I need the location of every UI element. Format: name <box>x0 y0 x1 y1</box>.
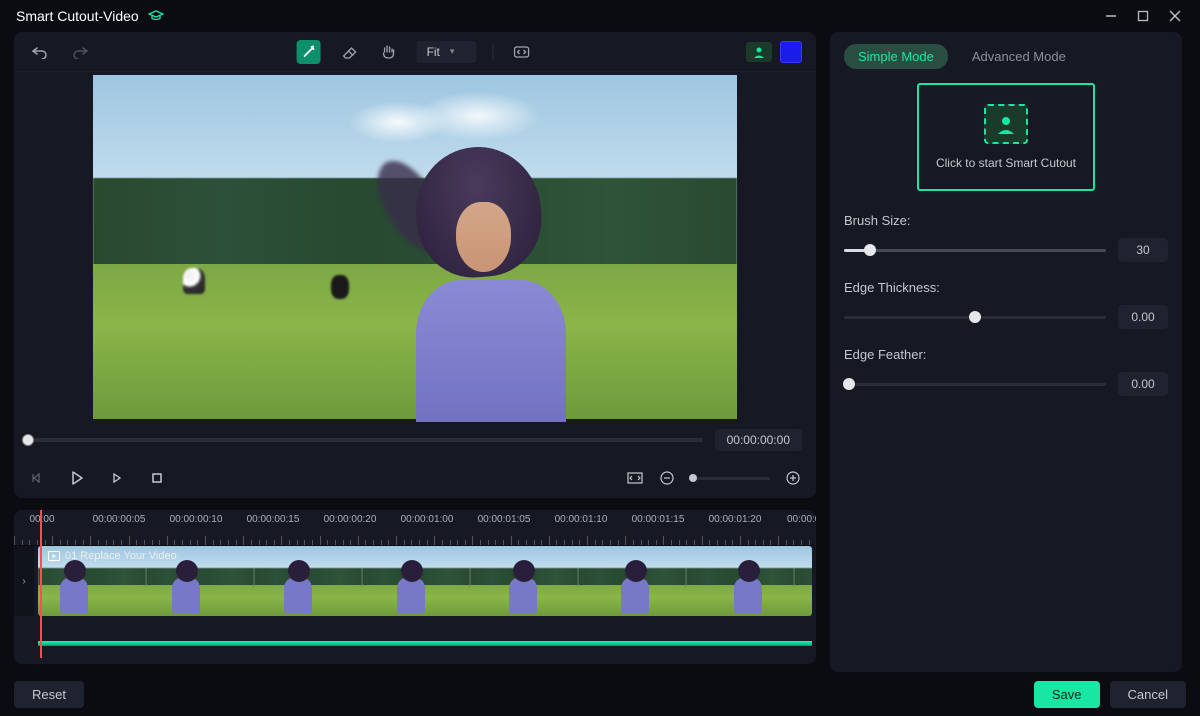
eraser-tool-button[interactable] <box>337 40 361 64</box>
ruler-label: 00:00:00:05 <box>93 514 146 525</box>
edge-feather-label: Edge Feather: <box>844 347 1168 362</box>
stop-button[interactable] <box>148 469 166 487</box>
edge-feather-value[interactable]: 0.00 <box>1118 372 1168 396</box>
title-bar: Smart Cutout-Video <box>0 0 1200 32</box>
timeline-thumbnail <box>254 546 362 616</box>
timeline-thumbnail <box>362 546 470 616</box>
ruler-label: 00:00:02:... <box>787 514 816 525</box>
ruler-label: 00:00 <box>29 514 54 525</box>
ruler-label: 00:00:00:20 <box>324 514 377 525</box>
close-button[interactable] <box>1168 9 1182 23</box>
ruler-label: 00:00:00:10 <box>170 514 223 525</box>
timeline-thumbnail <box>470 546 578 616</box>
timeline-thumbnail <box>686 546 794 616</box>
step-forward-button[interactable] <box>108 469 126 487</box>
current-time: 00:00:00:00 <box>715 429 802 451</box>
brush-size-slider[interactable] <box>844 249 1106 252</box>
ruler-label: 00:00:01:05 <box>478 514 531 525</box>
video-clip[interactable]: 01 Replace Your Video <box>38 546 812 616</box>
zoom-fit-select[interactable]: Fit▾ <box>417 41 477 63</box>
preview-canvas[interactable] <box>14 72 816 422</box>
properties-panel: Simple Mode Advanced Mode Click to start… <box>830 32 1182 672</box>
tab-advanced-mode[interactable]: Advanced Mode <box>958 44 1080 69</box>
compare-button[interactable] <box>509 40 533 64</box>
edge-feather-slider[interactable] <box>844 383 1106 386</box>
timeline-thumbnail <box>578 546 686 616</box>
effect-track-bar[interactable] <box>38 641 812 646</box>
save-button[interactable]: Save <box>1034 681 1100 708</box>
zoom-out-button[interactable] <box>658 469 676 487</box>
background-color-swatch[interactable] <box>780 41 802 63</box>
brush-size-value[interactable]: 30 <box>1118 238 1168 262</box>
expand-track-icon[interactable]: › <box>22 576 25 587</box>
minimize-button[interactable] <box>1104 9 1118 23</box>
undo-button[interactable] <box>28 40 52 64</box>
scrub-bar[interactable] <box>28 438 703 442</box>
ruler-label: 00:00:01:20 <box>709 514 762 525</box>
video-frame <box>93 75 737 419</box>
playhead[interactable] <box>40 510 42 658</box>
timeline-thumbnail <box>794 546 812 616</box>
ruler-label: 00:00:01:15 <box>632 514 685 525</box>
play-button[interactable] <box>68 469 86 487</box>
step-back-button[interactable] <box>28 469 46 487</box>
pan-tool-button[interactable] <box>377 40 401 64</box>
maximize-button[interactable] <box>1136 9 1150 23</box>
preview-toolbar: Fit▾ <box>14 32 816 72</box>
edge-thickness-slider[interactable] <box>844 316 1106 319</box>
timeline-panel: 00:00 00:00:00:05 00:00:00:10 00:00:00:15 00… <box>14 510 816 664</box>
edge-thickness-value[interactable]: 0.00 <box>1118 305 1168 329</box>
timeline-ruler[interactable]: 00:00 00:00:00:05 00:00:00:10 00:00:00:15 00… <box>14 510 816 546</box>
start-cutout-label: Click to start Smart Cutout <box>936 156 1076 170</box>
zoom-slider[interactable] <box>690 477 770 480</box>
zoom-in-button[interactable] <box>784 469 802 487</box>
person-cutout-icon <box>984 104 1028 144</box>
edge-thickness-label: Edge Thickness: <box>844 280 1168 295</box>
cancel-button[interactable]: Cancel <box>1110 681 1186 708</box>
start-smart-cutout-button[interactable]: Click to start Smart Cutout <box>917 83 1095 191</box>
ruler-label: 00:00:00:15 <box>247 514 300 525</box>
brush-size-label: Brush Size: <box>844 213 1168 228</box>
redo-button[interactable] <box>68 40 92 64</box>
fit-screen-button[interactable] <box>626 469 644 487</box>
reset-button[interactable]: Reset <box>14 681 84 708</box>
app-title: Smart Cutout-Video <box>16 8 139 24</box>
ruler-label: 00:00:01:00 <box>401 514 454 525</box>
ruler-label: 00:00:01:10 <box>555 514 608 525</box>
footer: Reset Save Cancel <box>0 672 1200 716</box>
clip-name: 01 Replace Your Video <box>65 550 177 562</box>
graduation-cap-icon[interactable] <box>147 7 165 25</box>
brush-tool-button[interactable] <box>297 40 321 64</box>
preview-panel: Fit▾ 00:00:00:00 <box>14 32 816 498</box>
tab-simple-mode[interactable]: Simple Mode <box>844 44 948 69</box>
subject-preview-chip[interactable] <box>746 42 772 62</box>
